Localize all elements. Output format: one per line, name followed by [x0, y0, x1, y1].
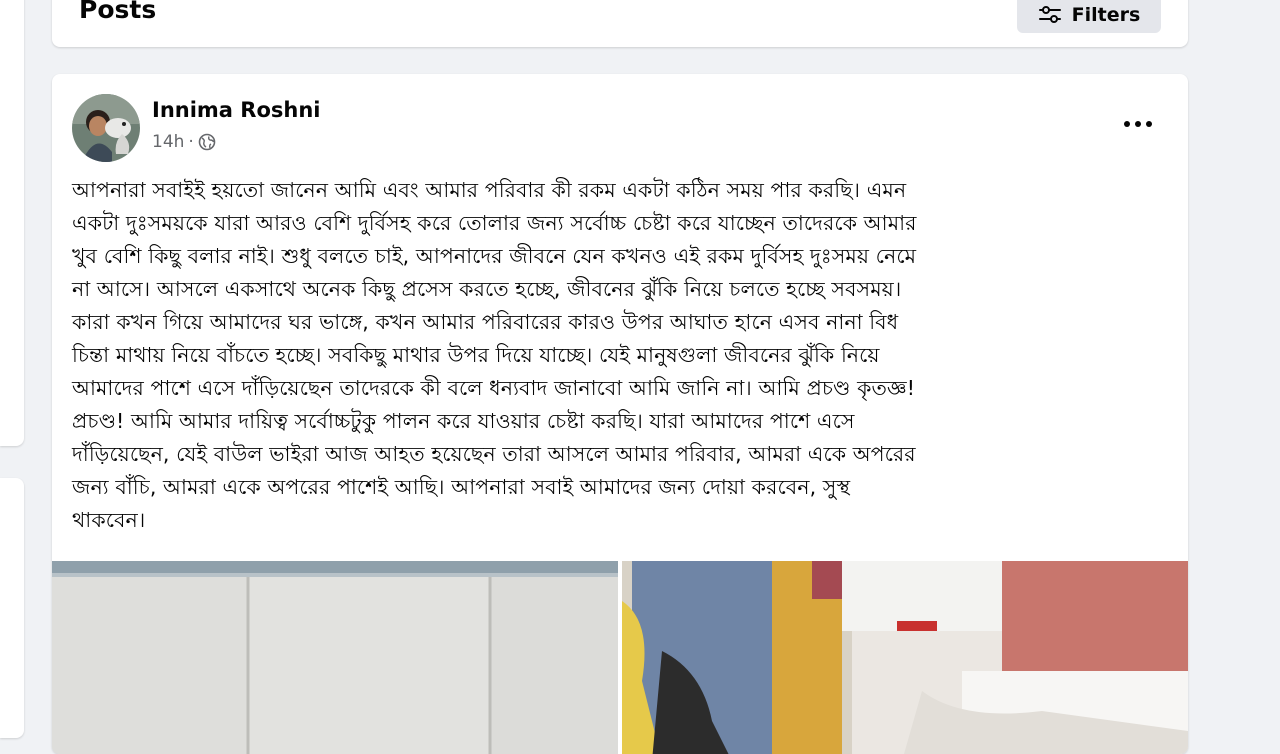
- posts-header-card: Posts Filters: [52, 0, 1188, 47]
- avatar-image: [72, 94, 140, 162]
- post-body-text: আপনারা সবাইই হয়তো জানেন আমি এবং আমার পর…: [72, 178, 917, 532]
- post-photo-2[interactable]: [622, 561, 1188, 754]
- photo-1-image: [52, 561, 618, 754]
- left-column-card-top: [0, 0, 24, 446]
- post-photo-1[interactable]: [52, 561, 618, 754]
- photo-2-image: [622, 561, 1188, 754]
- globe-icon: [198, 133, 216, 151]
- filters-icon: [1038, 6, 1061, 23]
- author-avatar[interactable]: [72, 94, 140, 162]
- filters-label: Filters: [1071, 4, 1141, 26]
- post-card: Innima Roshni 14h · আপনারা সবাইই হয়তো জ…: [52, 74, 1188, 754]
- filters-button[interactable]: Filters: [1017, 0, 1161, 33]
- meta-separator: ·: [188, 132, 194, 152]
- post-more-options-button[interactable]: [1118, 108, 1158, 140]
- more-horizontal-icon: [1124, 121, 1152, 127]
- left-column-card-bottom: [0, 478, 24, 738]
- post-timestamp[interactable]: 14h: [152, 132, 184, 152]
- post-meta: 14h ·: [152, 132, 216, 152]
- posts-title: Posts: [79, 0, 157, 24]
- author-name[interactable]: Innima Roshni: [152, 98, 320, 122]
